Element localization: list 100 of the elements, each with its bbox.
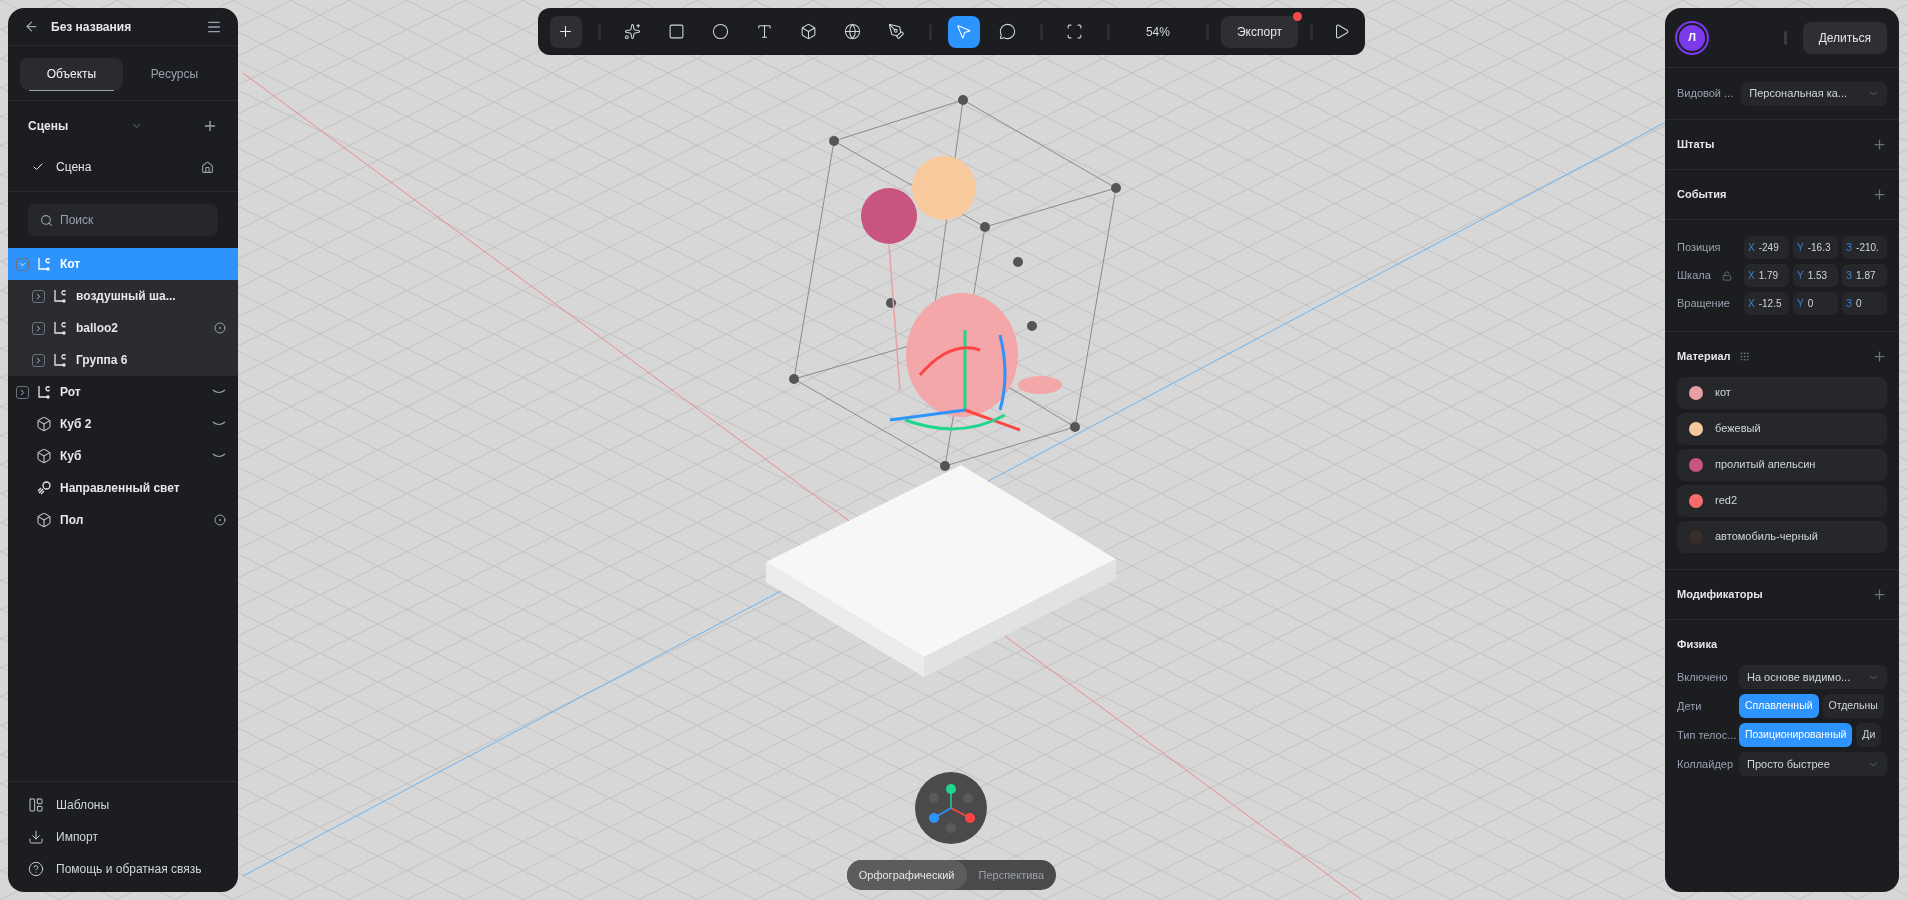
- add-scene-icon[interactable]: [202, 118, 218, 134]
- zoom-level[interactable]: 54%: [1121, 22, 1194, 41]
- comment-icon: [999, 23, 1017, 40]
- field-label: Включено: [1677, 669, 1729, 685]
- physics-select[interactable]: Просто быстрее: [1739, 752, 1887, 776]
- item-label: balloo2: [76, 320, 119, 337]
- ellipse-icon: [712, 23, 730, 40]
- footer-link[interactable]: Шаблоны: [28, 794, 218, 816]
- cube-icon: [36, 416, 52, 432]
- item-label: Пол: [60, 512, 85, 529]
- project-title: Без названия: [51, 18, 133, 36]
- expand-toggle[interactable]: [32, 321, 45, 335]
- material-item[interactable]: автомобиль-черный: [1677, 520, 1887, 553]
- home-icon[interactable]: [201, 160, 214, 174]
- group-icon: [36, 256, 52, 272]
- number-field[interactable]: З -210.: [1842, 236, 1887, 259]
- scene-item[interactable]: Сцена: [8, 151, 238, 183]
- number-field[interactable]: Y 1.53: [1793, 264, 1838, 287]
- panel-tab[interactable]: Объекты: [20, 58, 123, 90]
- pointer-icon: [955, 23, 973, 40]
- tree-item[interactable]: balloo2: [8, 312, 238, 344]
- user-avatar[interactable]: Л: [1677, 22, 1707, 53]
- search-field[interactable]: Поиск: [28, 204, 218, 236]
- chevron-right-icon: [34, 291, 43, 301]
- section-title: Модификаторы: [1677, 586, 1764, 602]
- number-field[interactable]: Y -16.3: [1793, 236, 1838, 259]
- tree-item[interactable]: Рот: [8, 376, 238, 408]
- tree-item[interactable]: Группа 6: [8, 344, 238, 376]
- tree-item[interactable]: Куб 2: [8, 408, 238, 440]
- tree-item[interactable]: Направленный свет: [8, 472, 238, 504]
- axis-gizmo[interactable]: [915, 772, 988, 844]
- segment-option[interactable]: Ди: [1856, 723, 1882, 747]
- footer-link[interactable]: Помощь и обратная связь: [28, 858, 218, 880]
- tree-item[interactable]: Куб: [8, 440, 238, 472]
- field-label: Вращение: [1677, 296, 1730, 312]
- share-button[interactable]: Делиться: [1802, 21, 1887, 54]
- help-icon: [28, 861, 44, 877]
- add-icon[interactable]: [1872, 586, 1887, 602]
- field-label: Коллайдер: [1677, 756, 1735, 772]
- sphere-icon: [844, 23, 862, 40]
- grip-icon[interactable]: [1738, 350, 1750, 362]
- view-select[interactable]: Персональная ка...: [1741, 81, 1887, 106]
- item-label: Кот: [60, 256, 82, 273]
- expand-toggle[interactable]: [32, 353, 45, 367]
- curve-icon[interactable]: [212, 389, 226, 395]
- material-item[interactable]: бежевый: [1677, 412, 1887, 445]
- number-field[interactable]: Y 0: [1793, 292, 1838, 315]
- frame-icon: [1066, 23, 1084, 40]
- rectangle-icon: [668, 23, 686, 40]
- section-title: Материал: [1677, 349, 1731, 364]
- chevron-right-icon: [18, 387, 27, 397]
- text-icon: [756, 23, 774, 40]
- cube-icon: [36, 512, 52, 528]
- material-item[interactable]: пролитый апельсин: [1677, 448, 1887, 481]
- panel-tab[interactable]: Ресурсы: [123, 58, 226, 90]
- curve-icon[interactable]: [212, 453, 226, 459]
- group-icon: [52, 288, 68, 304]
- item-label: Куб: [60, 448, 83, 465]
- add-icon[interactable]: [1872, 187, 1887, 202]
- target-icon[interactable]: [214, 322, 226, 334]
- group-icon: [36, 384, 52, 400]
- tree-item[interactable]: воздушный ша...: [8, 280, 238, 312]
- target-icon[interactable]: [214, 514, 226, 526]
- field-label: Дети: [1677, 698, 1703, 714]
- scene-drawing[interactable]: [766, 95, 1121, 677]
- group-icon: [52, 320, 68, 336]
- field-label: Шкала: [1677, 268, 1711, 284]
- tree-item[interactable]: Пол: [8, 504, 238, 536]
- number-field[interactable]: X 1.79: [1744, 264, 1789, 287]
- material-item[interactable]: red2: [1677, 484, 1887, 517]
- expand-toggle[interactable]: [32, 289, 45, 303]
- item-label: Куб 2: [60, 416, 93, 433]
- back-icon[interactable]: [24, 19, 39, 34]
- footer-link[interactable]: Импорт: [28, 826, 218, 848]
- cube-icon: [36, 448, 52, 464]
- expand-toggle[interactable]: [16, 257, 29, 271]
- view-mode-option[interactable]: Орфографический: [846, 860, 967, 890]
- physics-select[interactable]: На основе видимо...: [1739, 665, 1887, 689]
- expand-toggle[interactable]: [16, 385, 29, 399]
- add-icon[interactable]: [1872, 137, 1887, 152]
- number-field[interactable]: X -12.5: [1744, 292, 1789, 315]
- number-field[interactable]: X -249: [1744, 236, 1789, 259]
- item-label: воздушный ша...: [76, 288, 177, 305]
- sparkles-icon: [624, 23, 642, 40]
- segment-option[interactable]: Отдельны: [1822, 694, 1884, 718]
- download-icon: [28, 829, 44, 845]
- number-field[interactable]: З 0: [1842, 292, 1887, 315]
- section-title: Физика: [1677, 636, 1719, 652]
- add-icon[interactable]: [1872, 348, 1887, 364]
- curve-icon[interactable]: [212, 421, 226, 427]
- light-icon: [36, 480, 52, 496]
- chevron-right-icon: [34, 323, 43, 333]
- field-label: Позиция: [1677, 240, 1721, 256]
- templates-icon: [28, 797, 44, 813]
- material-item[interactable]: кот: [1677, 376, 1887, 409]
- check-icon: [32, 161, 44, 173]
- lock-icon[interactable]: [1722, 270, 1732, 281]
- tool-button[interactable]: [947, 15, 980, 48]
- number-field[interactable]: З 1.87: [1842, 264, 1887, 287]
- export-button[interactable]: Экспорт: [1220, 15, 1299, 48]
